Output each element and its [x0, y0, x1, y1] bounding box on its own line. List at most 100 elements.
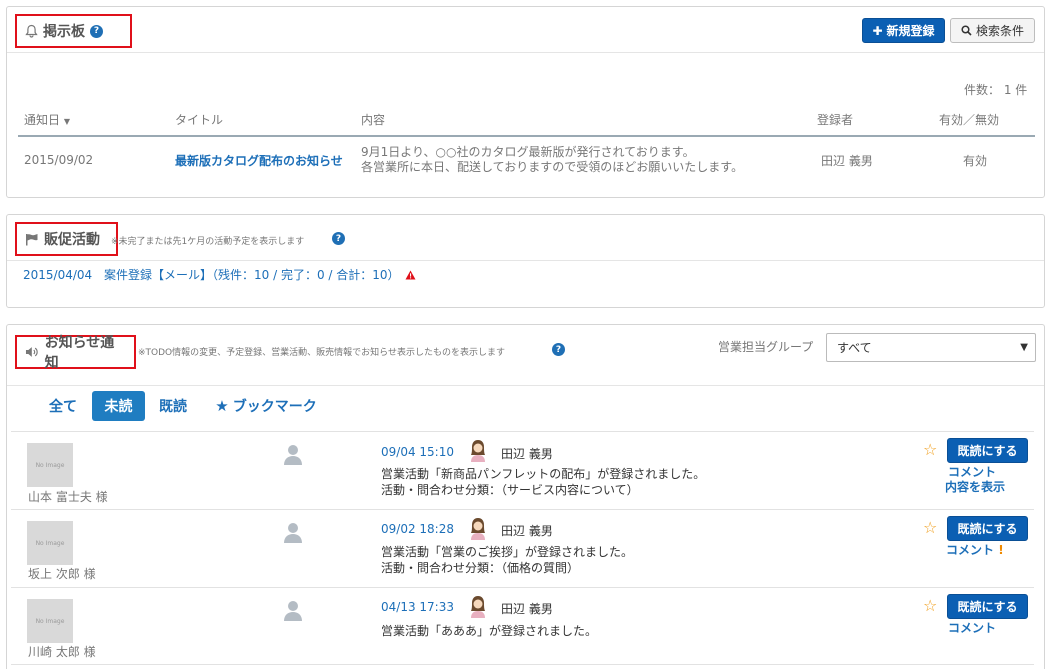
- tab-all-label: 全て: [49, 399, 77, 415]
- sort-desc-icon: ▼: [63, 117, 70, 126]
- promo-panel: 販促活動 ※未完了または先1ケ月の活動予定を表示します ? 2015/04/04…: [6, 214, 1045, 308]
- bulletin-table: 通知日 ▼ タイトル 内容 登録者 有効／無効 2015/09/02 最新版カタ…: [18, 104, 1035, 183]
- notices-title: お知らせ通知: [44, 335, 115, 371]
- comment-label: コメント: [946, 543, 995, 557]
- bulletin-title-box: 掲示板 ?: [15, 14, 132, 48]
- person-icon: [284, 445, 302, 465]
- notice-message: 営業活動「営業のご挨拶」が登録されました。 活動・問合わせ分類：（価格の質問）: [381, 544, 633, 576]
- divider: [11, 587, 1034, 588]
- mark-read-button[interactable]: 既読にする: [947, 438, 1028, 463]
- tab-unread-label: 未読: [104, 399, 133, 415]
- caret-down-icon: ▼: [1020, 342, 1028, 353]
- row-content: 9月1日より、○○社のカタログ最新版が発行されております。 各営業所に本日、配送…: [355, 136, 811, 183]
- search-icon: [961, 25, 972, 36]
- promo-title-box: 販促活動: [15, 222, 118, 256]
- customer-no-image: No Image: [27, 521, 73, 565]
- alert-icon: !: [998, 543, 1004, 557]
- table-row: 2015/09/02 最新版カタログ配布のお知らせ 9月1日より、○○社のカタロ…: [18, 136, 1035, 183]
- notice-line1: 営業活動「新商品パンフレットの配布」が登録されました。: [381, 467, 706, 481]
- col-content: 内容: [355, 104, 811, 137]
- person-icon: [284, 523, 302, 543]
- help-icon[interactable]: ?: [552, 343, 565, 356]
- customer-name: 川崎 太郎 様: [28, 645, 96, 659]
- notice-message: 営業活動「新商品パンフレットの配布」が登録されました。 活動・問合わせ分類：（サ…: [381, 466, 705, 498]
- bulletin-panel: 掲示板 ? ✚ 新規登録 検索条件 件数： 1 件 通知日 ▼ タイトル 内容 …: [6, 6, 1045, 198]
- promo-item-text: 案件登録【メール】（残件：10 / 完了：0 / 合計：10）: [104, 268, 400, 282]
- plus-icon: ✚: [872, 23, 883, 38]
- col-date-label: 通知日: [24, 113, 61, 127]
- flag-icon: [26, 233, 38, 245]
- tab-read-label: 既読: [159, 399, 187, 415]
- col-date[interactable]: 通知日 ▼: [18, 104, 169, 137]
- speaker-icon: [25, 347, 38, 357]
- comment-link[interactable]: コメント: [948, 619, 996, 636]
- group-select[interactable]: すべて ▼: [826, 333, 1036, 362]
- notices-note: ※TODO情報の変更、予定登録、営業活動、販売情報でお知らせ表示したものを表示し…: [138, 348, 505, 358]
- notice-time[interactable]: 09/04 15:10: [381, 445, 454, 459]
- tab-unread[interactable]: 未読: [92, 391, 145, 421]
- divider: [11, 509, 1034, 510]
- divider: [11, 431, 1034, 432]
- bulletin-header: 掲示板 ? ✚ 新規登録 検索条件: [7, 7, 1044, 53]
- col-author: 登録者: [811, 104, 933, 137]
- promo-header: 販促活動 ※未完了または先1ケ月の活動予定を表示します ?: [7, 215, 1044, 261]
- notice-time[interactable]: 09/02 18:28: [381, 522, 454, 536]
- search-conditions-label: 検索条件: [975, 24, 1024, 38]
- notice-user: 田辺 義男: [501, 602, 553, 616]
- row-status: 有効: [963, 153, 988, 168]
- warning-icon: [405, 270, 416, 280]
- bulletin-title: 掲示板: [43, 24, 85, 40]
- tab-bookmark[interactable]: ★ ブックマーク: [210, 391, 322, 421]
- count-indicator: 件数： 1 件: [964, 81, 1027, 98]
- notice-user: 田辺 義男: [501, 447, 553, 461]
- bookmark-star-icon[interactable]: ☆: [923, 518, 937, 537]
- row-content-line1: 9月1日より、○○社のカタログ最新版が発行されております。: [361, 145, 695, 159]
- bookmark-star-icon[interactable]: ☆: [923, 440, 937, 459]
- help-icon[interactable]: ?: [90, 24, 103, 38]
- notice-user: 田辺 義男: [501, 524, 553, 538]
- search-conditions-button[interactable]: 検索条件: [950, 18, 1035, 43]
- tab-all[interactable]: 全て: [42, 391, 84, 421]
- notice-message: 営業活動「あああ」が登録されました。: [381, 623, 597, 639]
- person-icon: [284, 601, 302, 621]
- promo-item[interactable]: 2015/04/04 案件登録【メール】（残件：10 / 完了：0 / 合計：1…: [23, 266, 416, 283]
- mark-read-button[interactable]: 既読にする: [947, 594, 1028, 619]
- col-status: 有効／無効: [933, 104, 1035, 137]
- comment-link[interactable]: コメント !: [946, 541, 1004, 558]
- notice-time[interactable]: 04/13 17:33: [381, 600, 454, 614]
- bookmark-star-icon[interactable]: ☆: [923, 596, 937, 615]
- group-label: 営業担当グループ: [718, 340, 814, 354]
- tab-bookmark-label: ブックマーク: [232, 399, 317, 415]
- user-avatar-icon: [471, 596, 485, 618]
- bell-icon: [25, 24, 38, 38]
- notice-line1: 営業活動「営業のご挨拶」が登録されました。: [381, 545, 634, 559]
- promo-item-date: 2015/04/04: [23, 268, 93, 282]
- show-content-link[interactable]: 内容を表示: [945, 478, 1005, 495]
- count-value: 1 件: [1003, 83, 1028, 97]
- new-register-label: 新規登録: [886, 24, 935, 38]
- promo-note: ※未完了または先1ケ月の活動予定を表示します: [111, 237, 305, 247]
- notices-title-box: お知らせ通知: [15, 335, 136, 371]
- star-filled-icon: ★: [215, 397, 229, 415]
- col-title: タイトル: [169, 104, 355, 137]
- notice-line2: 活動・問合わせ分類：（サービス内容について）: [381, 483, 639, 497]
- customer-name: 坂上 次郎 様: [28, 567, 96, 581]
- row-content-line2: 各営業所に本日、配送しておりますので受領のほどお願いいたします。: [361, 160, 744, 174]
- divider: [11, 664, 1034, 665]
- count-label: 件数：: [964, 83, 1001, 97]
- new-register-button[interactable]: ✚ 新規登録: [862, 18, 945, 43]
- group-select-value: すべて: [837, 341, 872, 355]
- promo-title: 販促活動: [44, 232, 100, 248]
- notice-line2: 活動・問合わせ分類：（価格の質問）: [381, 561, 580, 575]
- notice-line1: 営業活動「あああ」が登録されました。: [381, 624, 598, 638]
- row-title-link[interactable]: 最新版カタログ配布のお知らせ: [169, 136, 355, 183]
- tab-read[interactable]: 既読: [152, 391, 194, 421]
- row-date: 2015/09/02: [24, 153, 94, 167]
- customer-no-image: No Image: [27, 599, 73, 643]
- help-icon[interactable]: ?: [332, 232, 345, 245]
- row-author: 田辺 義男: [821, 153, 873, 168]
- mark-read-button[interactable]: 既読にする: [947, 516, 1028, 541]
- customer-name: 山本 富士夫 様: [28, 490, 108, 504]
- user-avatar-icon: [471, 440, 485, 462]
- customer-no-image: No Image: [27, 443, 73, 487]
